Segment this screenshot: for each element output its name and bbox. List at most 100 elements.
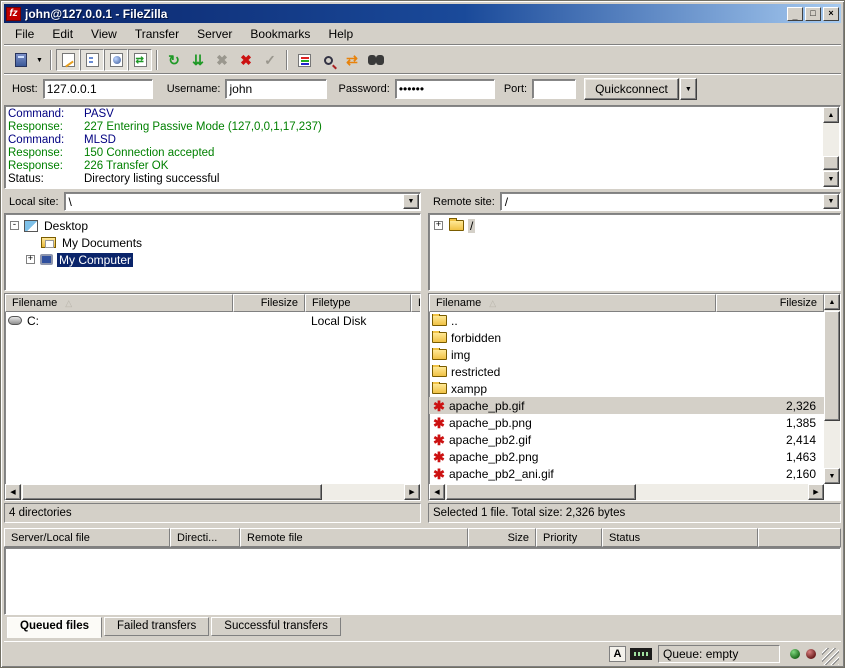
transfer-type-icon[interactable]: A <box>609 646 626 662</box>
quickconnect-button[interactable]: Quickconnect <box>584 78 679 100</box>
expand-icon[interactable]: + <box>26 255 35 264</box>
remote-file-row-selected[interactable]: ✱apache_pb.gif 2,326 <box>429 397 824 414</box>
synchronized-browsing-button[interactable] <box>364 49 388 71</box>
quickconnect-bar: Host: Username: Password: Port: Quickcon… <box>4 75 841 103</box>
column-header-filetype[interactable]: Filetype <box>305 294 411 312</box>
menu-transfer[interactable]: Transfer <box>126 25 188 43</box>
reconnect-button[interactable]: ✓ <box>258 49 282 71</box>
port-input[interactable] <box>532 79 576 99</box>
scroll-right-icon[interactable]: ▶ <box>404 484 420 500</box>
scroll-left-icon[interactable]: ◀ <box>429 484 445 500</box>
resize-grip[interactable] <box>822 648 839 665</box>
remote-file-row[interactable]: ✱apache_pb2.gif 2,414 <box>429 431 824 448</box>
remote-file-row[interactable]: .. <box>429 312 824 329</box>
window-title: john@127.0.0.1 - FileZilla <box>25 7 785 21</box>
filter-button[interactable] <box>292 49 316 71</box>
column-header-filename[interactable]: Filename△ <box>429 294 716 312</box>
directory-comparison-button[interactable]: ⇄ <box>340 49 364 71</box>
column-header-filesize[interactable]: Filesize <box>716 294 824 312</box>
local-file-row[interactable]: C: Local Disk <box>5 312 420 329</box>
remote-file-row[interactable]: restricted <box>429 363 824 380</box>
column-header-direction[interactable]: Directi... <box>170 528 240 547</box>
tree-item-desktop[interactable]: - Desktop <box>7 217 418 234</box>
scroll-down-icon[interactable]: ▼ <box>824 468 840 484</box>
menu-bookmarks[interactable]: Bookmarks <box>241 25 319 43</box>
column-header-server-local-file[interactable]: Server/Local file <box>4 528 170 547</box>
expand-icon[interactable]: + <box>434 221 443 230</box>
column-header-filesize[interactable]: Filesize <box>233 294 305 312</box>
minimize-button[interactable]: _ <box>787 7 803 21</box>
column-header-lastmodified[interactable]: L <box>411 294 420 312</box>
menu-server[interactable]: Server <box>188 25 241 43</box>
encryption-indicator-icon[interactable] <box>630 648 652 660</box>
sort-ascending-icon: △ <box>65 298 72 309</box>
remote-vertical-scrollbar[interactable]: ▲ ▼ <box>824 294 840 484</box>
toggle-message-log-button[interactable] <box>56 49 80 71</box>
find-files-button[interactable] <box>316 49 340 71</box>
remote-status-text: Selected 1 file. Total size: 2,326 bytes <box>428 503 841 523</box>
password-input[interactable] <box>395 79 495 99</box>
process-queue-button[interactable]: ⇊ <box>186 49 210 71</box>
remote-horizontal-scrollbar[interactable]: ◀ ▶ <box>429 484 824 500</box>
disconnect-icon: ✖ <box>240 53 252 67</box>
remote-file-row[interactable]: ✱apache_pb2.png 1,463 <box>429 448 824 465</box>
collapse-icon[interactable]: - <box>10 221 19 230</box>
scroll-right-icon[interactable]: ▶ <box>808 484 824 500</box>
panel-splitter[interactable] <box>421 191 428 523</box>
site-manager-dropdown[interactable]: ▼ <box>33 49 46 71</box>
menu-help[interactable]: Help <box>319 25 362 43</box>
toggle-remote-tree-button[interactable] <box>104 49 128 71</box>
quickconnect-dropdown[interactable]: ▼ <box>680 78 697 100</box>
queue-body[interactable] <box>4 547 841 615</box>
tree-item-root[interactable]: + / <box>431 217 838 234</box>
queue-status-text: Queue: empty <box>658 645 780 663</box>
remote-file-row[interactable]: ✱apache_pb.png 1,385 <box>429 414 824 431</box>
log-scrollbar[interactable]: ▲ ▼ <box>823 107 839 187</box>
toggle-local-tree-button[interactable] <box>80 49 104 71</box>
tree-item-my-computer[interactable]: + My Computer <box>23 251 418 268</box>
refresh-button[interactable]: ↻ <box>162 49 186 71</box>
tab-failed-transfers[interactable]: Failed transfers <box>104 617 209 636</box>
remote-file-row[interactable]: ✱apache_pb2_ani.gif 2,160 <box>429 465 824 482</box>
filter-icon <box>298 54 311 67</box>
scroll-up-icon[interactable]: ▲ <box>823 107 839 123</box>
close-button[interactable]: × <box>823 7 839 21</box>
menu-edit[interactable]: Edit <box>43 25 82 43</box>
disconnect-button[interactable]: ✖ <box>234 49 258 71</box>
scrollbar-thumb[interactable] <box>824 311 840 421</box>
local-site-combo[interactable]: \ ▼ <box>64 192 421 211</box>
maximize-button[interactable]: □ <box>805 7 821 21</box>
cancel-icon: ✖ <box>216 53 228 67</box>
refresh-icon: ↻ <box>168 53 180 67</box>
scroll-left-icon[interactable]: ◀ <box>5 484 21 500</box>
menu-file[interactable]: File <box>6 25 43 43</box>
tree-item-my-documents[interactable]: My Documents <box>23 234 418 251</box>
toolbar-separator <box>156 50 158 70</box>
scroll-up-icon[interactable]: ▲ <box>824 294 840 310</box>
username-input[interactable] <box>225 79 327 99</box>
column-header-priority[interactable]: Priority <box>536 528 602 547</box>
tab-queued-files[interactable]: Queued files <box>7 617 102 638</box>
remote-file-row[interactable]: xampp <box>429 380 824 397</box>
chevron-down-icon[interactable]: ▼ <box>403 194 419 209</box>
cancel-operation-button[interactable]: ✖ <box>210 49 234 71</box>
column-header-size[interactable]: Size <box>468 528 536 547</box>
scrollbar-thumb[interactable] <box>446 484 636 500</box>
menu-view[interactable]: View <box>82 25 126 43</box>
scroll-down-icon[interactable]: ▼ <box>823 171 839 187</box>
local-horizontal-scrollbar[interactable]: ◀ ▶ <box>5 484 420 500</box>
remote-file-row[interactable]: forbidden <box>429 329 824 346</box>
tab-successful-transfers[interactable]: Successful transfers <box>211 617 341 636</box>
remote-site-combo[interactable]: / ▼ <box>500 192 841 211</box>
column-header-status[interactable]: Status <box>602 528 758 547</box>
scrollbar-thumb[interactable] <box>22 484 322 500</box>
menubar-divider <box>4 44 841 46</box>
site-manager-button[interactable] <box>9 49 33 71</box>
chevron-down-icon[interactable]: ▼ <box>823 194 839 209</box>
column-header-filename[interactable]: Filename△ <box>5 294 233 312</box>
remote-file-row[interactable]: img <box>429 346 824 363</box>
host-input[interactable] <box>43 79 153 99</box>
column-header-remote-file[interactable]: Remote file <box>240 528 468 547</box>
toggle-queue-button[interactable] <box>128 49 152 71</box>
scrollbar-thumb[interactable] <box>823 156 839 170</box>
